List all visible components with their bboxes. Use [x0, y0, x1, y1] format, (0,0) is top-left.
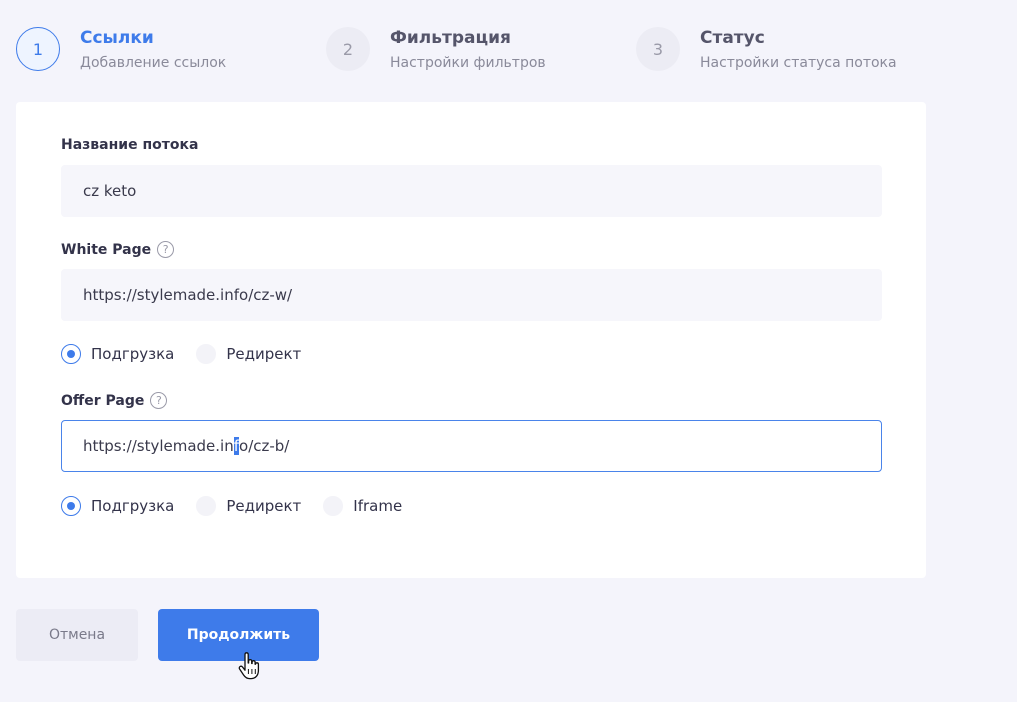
radio-button[interactable] [323, 496, 344, 516]
offer-page-label-text: Offer Page [61, 392, 145, 409]
question-circle-icon[interactable]: ? [150, 392, 168, 409]
cancel-button[interactable]: Отмена [16, 609, 138, 661]
step-title: Ссылки [80, 28, 154, 48]
offer-page-value-end: o/cz-b/ [239, 437, 290, 455]
form-card: Название потока cz keto White Page ? htt… [16, 102, 926, 578]
offer-page-option-redirect[interactable]: Редирект [196, 496, 301, 516]
offer-page-option-iframe[interactable]: Iframe [323, 496, 402, 516]
offer-page-mode-group: Подгрузка Редирект Iframe [61, 496, 424, 516]
radio-button[interactable] [196, 344, 217, 364]
white-page-label: White Page ? [61, 241, 175, 258]
step-subtitle: Настройки фильтров [390, 55, 546, 71]
hand-pointer-icon [238, 652, 260, 680]
white-page-option-load[interactable]: Подгрузка [61, 344, 174, 364]
step-subtitle: Добавление ссылок [80, 55, 227, 71]
stepper: 1 Ссылки Добавление ссылок 2 Фильтрация … [16, 22, 1006, 82]
radio-button[interactable] [61, 344, 81, 364]
step-number: 3 [636, 27, 680, 71]
white-page-input[interactable]: https://stylemade.info/cz-w/ [61, 269, 882, 321]
step-number: 1 [16, 27, 60, 71]
radio-label: Iframe [353, 497, 403, 515]
stream-name-label: Название потока [61, 137, 198, 153]
offer-page-option-load[interactable]: Подгрузка [61, 496, 174, 516]
radio-label: Редирект [226, 345, 302, 363]
step-number: 2 [326, 27, 370, 71]
radio-label: Подгрузка [91, 345, 175, 363]
stream-name-label-text: Название потока [61, 137, 199, 153]
white-page-option-redirect[interactable]: Редирект [196, 344, 301, 364]
radio-label: Редирект [226, 497, 302, 515]
radio-label: Подгрузка [91, 497, 175, 515]
step-subtitle: Настройки статуса потока [700, 55, 897, 71]
offer-page-value-start: https://stylemade.in [83, 437, 234, 455]
white-page-mode-group: Подгрузка Редирект [61, 344, 323, 364]
radio-button[interactable] [61, 496, 81, 516]
offer-page-label: Offer Page ? [61, 392, 168, 409]
stream-name-input[interactable]: cz keto [61, 165, 882, 217]
radio-button[interactable] [196, 496, 217, 516]
offer-page-input[interactable]: https://stylemade.in f o/cz-b/ [61, 420, 882, 472]
question-circle-icon[interactable]: ? [157, 241, 175, 258]
step-title: Статус [700, 28, 765, 48]
step-title: Фильтрация [390, 28, 511, 48]
white-page-label-text: White Page [61, 241, 152, 258]
